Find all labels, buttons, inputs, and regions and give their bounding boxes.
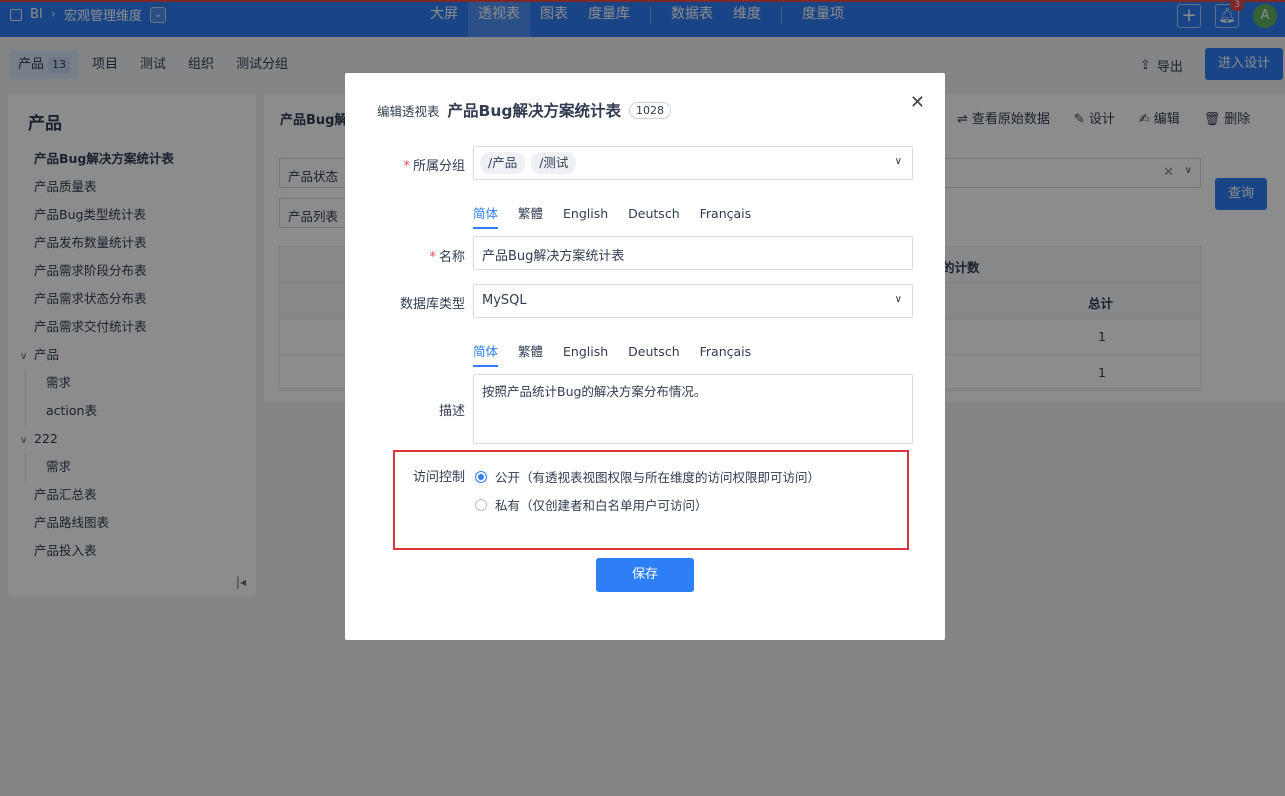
tab-lang-de[interactable]: Deutsch [628,341,679,367]
name-lang-tabs: 简体 繁體 English Deutsch Français [473,203,751,229]
access-public-radio[interactable]: 公开（有透视表视图权限与所在维度的访问权限即可访问） [475,467,820,486]
tab-lang-en[interactable]: English [563,341,608,367]
name-label: * 名称 [345,246,465,265]
required-mark: * [429,250,436,265]
desc-textarea[interactable]: 按照产品统计Bug的解决方案分布情况。 [473,374,913,444]
db-type-select[interactable]: MySQL ∨ [473,284,913,318]
desc-value: 按照产品统计Bug的解决方案分布情况。 [482,384,707,399]
access-label: 访问控制 [412,470,465,485]
name-input[interactable]: 产品Bug解决方案统计表 [473,236,913,270]
db-type-label: 数据库类型 [399,297,465,312]
tab-lang-zh-hans[interactable]: 简体 [473,341,499,367]
access-public-label: 公开（有透视表视图权限与所在维度的访问权限即可访问） [495,470,821,485]
chevron-down-icon[interactable]: ∨ [895,294,902,305]
modal-title: 产品Bug解决方案统计表 [447,102,621,120]
name-label-text: 名称 [438,250,465,265]
group-select[interactable]: /产品/测试 ∨ [473,146,913,180]
modal-prefix: 编辑透视表 [377,103,440,119]
chevron-down-icon[interactable]: ∨ [895,156,902,167]
group-tag[interactable]: /产品 [480,152,526,174]
desc-label: 描述 [438,404,465,419]
radio-unchecked-icon[interactable] [475,498,487,511]
tab-lang-zh-hant[interactable]: 繁體 [518,341,543,367]
group-label-text: 所属分组 [412,159,465,174]
save-button[interactable]: 保存 [596,558,694,592]
group-tag[interactable]: /测试 [531,152,577,174]
edit-pivot-modal: 编辑透视表 产品Bug解决方案统计表 1028 ✕ * 所属分组 /产品/测试 ∨… [345,73,945,640]
tab-lang-fr[interactable]: Français [700,203,752,229]
name-input-value: 产品Bug解决方案统计表 [482,249,625,264]
tab-lang-de[interactable]: Deutsch [628,203,679,229]
tab-lang-zh-hant[interactable]: 繁體 [518,203,543,229]
radio-checked-icon[interactable] [475,470,487,483]
db-type-value: MySQL [482,293,527,308]
group-label: * 所属分组 [345,155,465,174]
desc-lang-tabs: 简体 繁體 English Deutsch Français [473,341,751,367]
tab-lang-en[interactable]: English [563,203,608,229]
access-private-radio[interactable]: 私有（仅创建者和白名单用户可访问） [475,495,708,514]
access-private-label: 私有（仅创建者和白名单用户可访问） [495,498,708,513]
required-mark: * [403,159,410,174]
pivot-id-badge: 1028 [628,101,671,119]
close-icon[interactable]: ✕ [910,92,925,113]
tab-lang-fr[interactable]: Français [700,341,752,367]
tab-lang-zh-hans[interactable]: 简体 [473,203,499,229]
